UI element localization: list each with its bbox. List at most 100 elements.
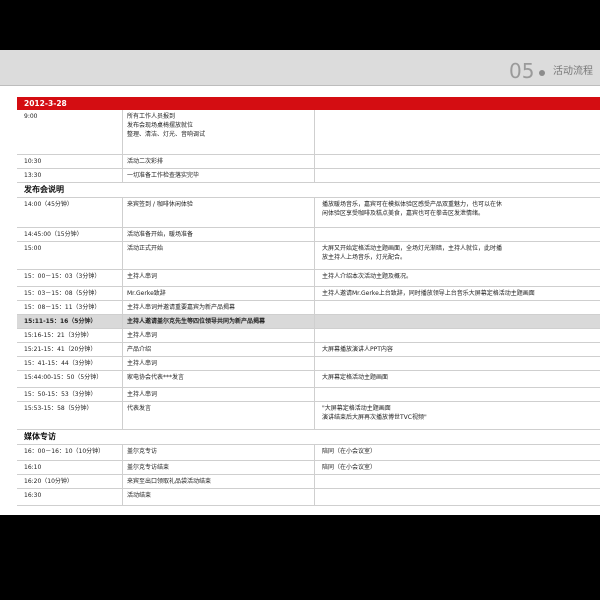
activity-line: 产品介绍 (127, 346, 152, 353)
column-divider (314, 110, 315, 154)
table-row: 9:00 所有工作人员报到 发布会现场桌椅摆放就位 整理、清洁、灯光、音响调试 (17, 110, 600, 155)
note-cell: 陪同（在小会议室） (322, 463, 562, 472)
column-divider (314, 445, 315, 460)
section-title: 活动流程 (553, 66, 593, 77)
column-divider (122, 402, 123, 429)
activity-line: 主持人串词 (127, 273, 158, 280)
column-divider (122, 169, 123, 182)
column-divider (122, 371, 123, 387)
column-divider (122, 198, 123, 227)
note-cell: 播放暖场音乐，嘉宾可在模拟体验区感受产品双重魅力，也可以在休 闲体验区享受咖啡及糕… (322, 200, 562, 218)
document-page: 05 活动流程 2012-3-28 9:00 所有工作人员报到 发布会现场桌椅摆放就… (0, 50, 600, 515)
column-divider (314, 343, 315, 356)
activity-line: 来宾签到 / 咖啡休闲体验 (127, 201, 193, 208)
time-cell: 15:16-15：21（3分钟） (24, 332, 93, 339)
header-divider (0, 85, 600, 86)
table-row: 15:00 活动正式开始 大屏又开始定格活动主题画面，全场灯光渐暗，主持人就位，此时… (17, 242, 600, 270)
column-divider (314, 242, 315, 269)
column-divider (314, 371, 315, 387)
activity-cell: 活动正式开始 (127, 244, 313, 253)
column-divider (122, 475, 123, 488)
date-bar: 2012-3-28 (17, 97, 600, 110)
time-cell: 16:20（10分钟） (24, 478, 73, 485)
activity-line: 主持人串词 (127, 332, 158, 339)
activity-line: 主持人串词 (127, 360, 158, 367)
table-row: 15:44:00-15：50（5分钟） 家电协会代表***发言 大屏幕定格活动主题画… (17, 371, 600, 388)
note-line: 演讲结束后大屏再次播放博世TVC视频" (322, 414, 427, 421)
note-line: "大屏幕定格活动主题画面 (322, 405, 391, 412)
column-divider (122, 445, 123, 460)
table-row: 15：08－15：11（3分钟） 主持人串词并邀请重要嘉宾为新产品揭幕 (17, 301, 600, 315)
time-cell: 15：03－15：08（5分钟） (24, 290, 101, 297)
page-header: 05 活动流程 (0, 50, 600, 86)
activity-line: Mr.Gerke致辞 (127, 290, 166, 297)
activity-line: 主持人串词并邀请重要嘉宾为新产品揭幕 (127, 304, 236, 311)
time-cell: 15:53-15：58（5分钟） (24, 405, 93, 412)
activity-cell: 产品介绍 (127, 345, 313, 354)
activity-line: 整理、清洁、灯光、音响调试 (127, 131, 206, 138)
time-cell: 15:21-15：41（20分钟） (24, 346, 97, 353)
table-row: 10:30 活动二次彩排 (17, 155, 600, 169)
note-cell: 主持人介绍本次活动主题及概况。 (322, 272, 562, 281)
activity-line: 来宾至出口领取礼品袋活动结束 (127, 478, 212, 485)
column-divider (122, 155, 123, 168)
activity-cell: 主持人邀请盖尔克先生等四位领导共同为新产品揭幕 (127, 317, 313, 326)
table-row: 15：41-15：44（3分钟） 主持人串词 (17, 357, 600, 371)
time-cell: 9:00 (24, 113, 38, 120)
note-cell: 主持人邀请Mr.Gerke上台致辞，同时播放领导上台音乐大屏幕定格活动主题画面 (322, 289, 562, 298)
column-divider (122, 388, 123, 401)
table-row: 15:16-15：21（3分钟） 主持人串词 (17, 329, 600, 343)
column-divider (314, 228, 315, 241)
table-row: 13:30 一切准备工作检查落实完毕 (17, 169, 600, 183)
note-line: 主持人介绍本次活动主题及概况。 (322, 273, 413, 280)
column-divider (122, 270, 123, 286)
column-divider (314, 155, 315, 168)
schedule-table: 2012-3-28 9:00 所有工作人员报到 发布会现场桌椅摆放就位 整理、清洁、灯… (17, 97, 600, 506)
note-line: 大屏幕播放演讲人PPT内容 (322, 346, 393, 353)
time-cell: 14:00（45分钟） (24, 201, 73, 208)
table-row-highlighted: 15:11-15：16（5分钟） 主持人邀请盖尔克先生等四位领导共同为新产品揭幕 (17, 315, 600, 329)
section-number: 05 (509, 59, 535, 83)
table-row: 15：03－15：08（5分钟） Mr.Gerke致辞 主持人邀请Mr.Gerke上… (17, 287, 600, 301)
table-row: 16：00－16：10（10分钟） 盖尔克专访 陪同（在小会议室） (17, 445, 600, 461)
activity-cell: 主持人串词 (127, 390, 313, 399)
column-divider (314, 301, 315, 314)
note-line: 播放暖场音乐，嘉宾可在模拟体验区感受产品双重魅力，也可以在休 (322, 201, 503, 208)
note-line: 大屏又开始定格活动主题画面，全场灯光渐暗，主持人就位，此时播 (322, 245, 503, 252)
activity-line: 一切准备工作检查落实完毕 (127, 172, 200, 179)
column-divider (122, 301, 123, 314)
time-cell: 15:44:00-15：50（5分钟） (24, 374, 103, 381)
note-cell: 大屏幕播放演讲人PPT内容 (322, 345, 562, 354)
activity-line: 活动二次彩排 (127, 158, 164, 165)
table-row: 14:00（45分钟） 来宾签到 / 咖啡休闲体验 播放暖场音乐，嘉宾可在模拟体验区… (17, 198, 600, 228)
column-divider (122, 489, 123, 505)
activity-cell: 一切准备工作检查落实完毕 (127, 171, 313, 180)
column-divider (122, 287, 123, 300)
note-line: 陪同（在小会议室） (322, 448, 377, 455)
column-divider (314, 270, 315, 286)
time-cell: 10:30 (24, 158, 42, 165)
column-divider (122, 242, 123, 269)
time-cell: 15：50-15：53（3分钟） (24, 391, 97, 398)
table-row: 16:30 活动结束 (17, 489, 600, 506)
activity-cell: 主持人串词 (127, 331, 313, 340)
table-row: 14:45:00（15分钟） 活动准备开始，暖场准备 (17, 228, 600, 242)
activity-cell: 主持人串词 (127, 359, 313, 368)
section-heading: 发布会说明 (17, 183, 600, 198)
time-cell: 15：00－15：03（3分钟） (24, 273, 101, 280)
time-cell: 16：00－16：10（10分钟） (24, 448, 105, 455)
table-row: 15:21-15：41（20分钟） 产品介绍 大屏幕播放演讲人PPT内容 (17, 343, 600, 357)
activity-cell: 所有工作人员报到 发布会现场桌椅摆放就位 整理、清洁、灯光、音响调试 (127, 112, 313, 139)
column-divider (314, 169, 315, 182)
table-row: 15：00－15：03（3分钟） 主持人串词 主持人介绍本次活动主题及概况。 (17, 270, 600, 287)
activity-cell: 活动准备开始，暖场准备 (127, 230, 313, 239)
note-line: 主持人邀请Mr.Gerke上台致辞，同时播放领导上台音乐大屏幕定格活动主题画面 (322, 290, 535, 297)
column-divider (314, 357, 315, 370)
column-divider (314, 461, 315, 474)
time-cell: 15:00 (24, 245, 42, 252)
activity-cell: 活动二次彩排 (127, 157, 313, 166)
table-row: 15：50-15：53（3分钟） 主持人串词 (17, 388, 600, 402)
activity-line: 代表发言 (127, 405, 152, 412)
table-row: 15:53-15：58（5分钟） 代表发言 "大屏幕定格活动主题画面演讲结束后大屏再… (17, 402, 600, 430)
column-divider (122, 315, 123, 328)
